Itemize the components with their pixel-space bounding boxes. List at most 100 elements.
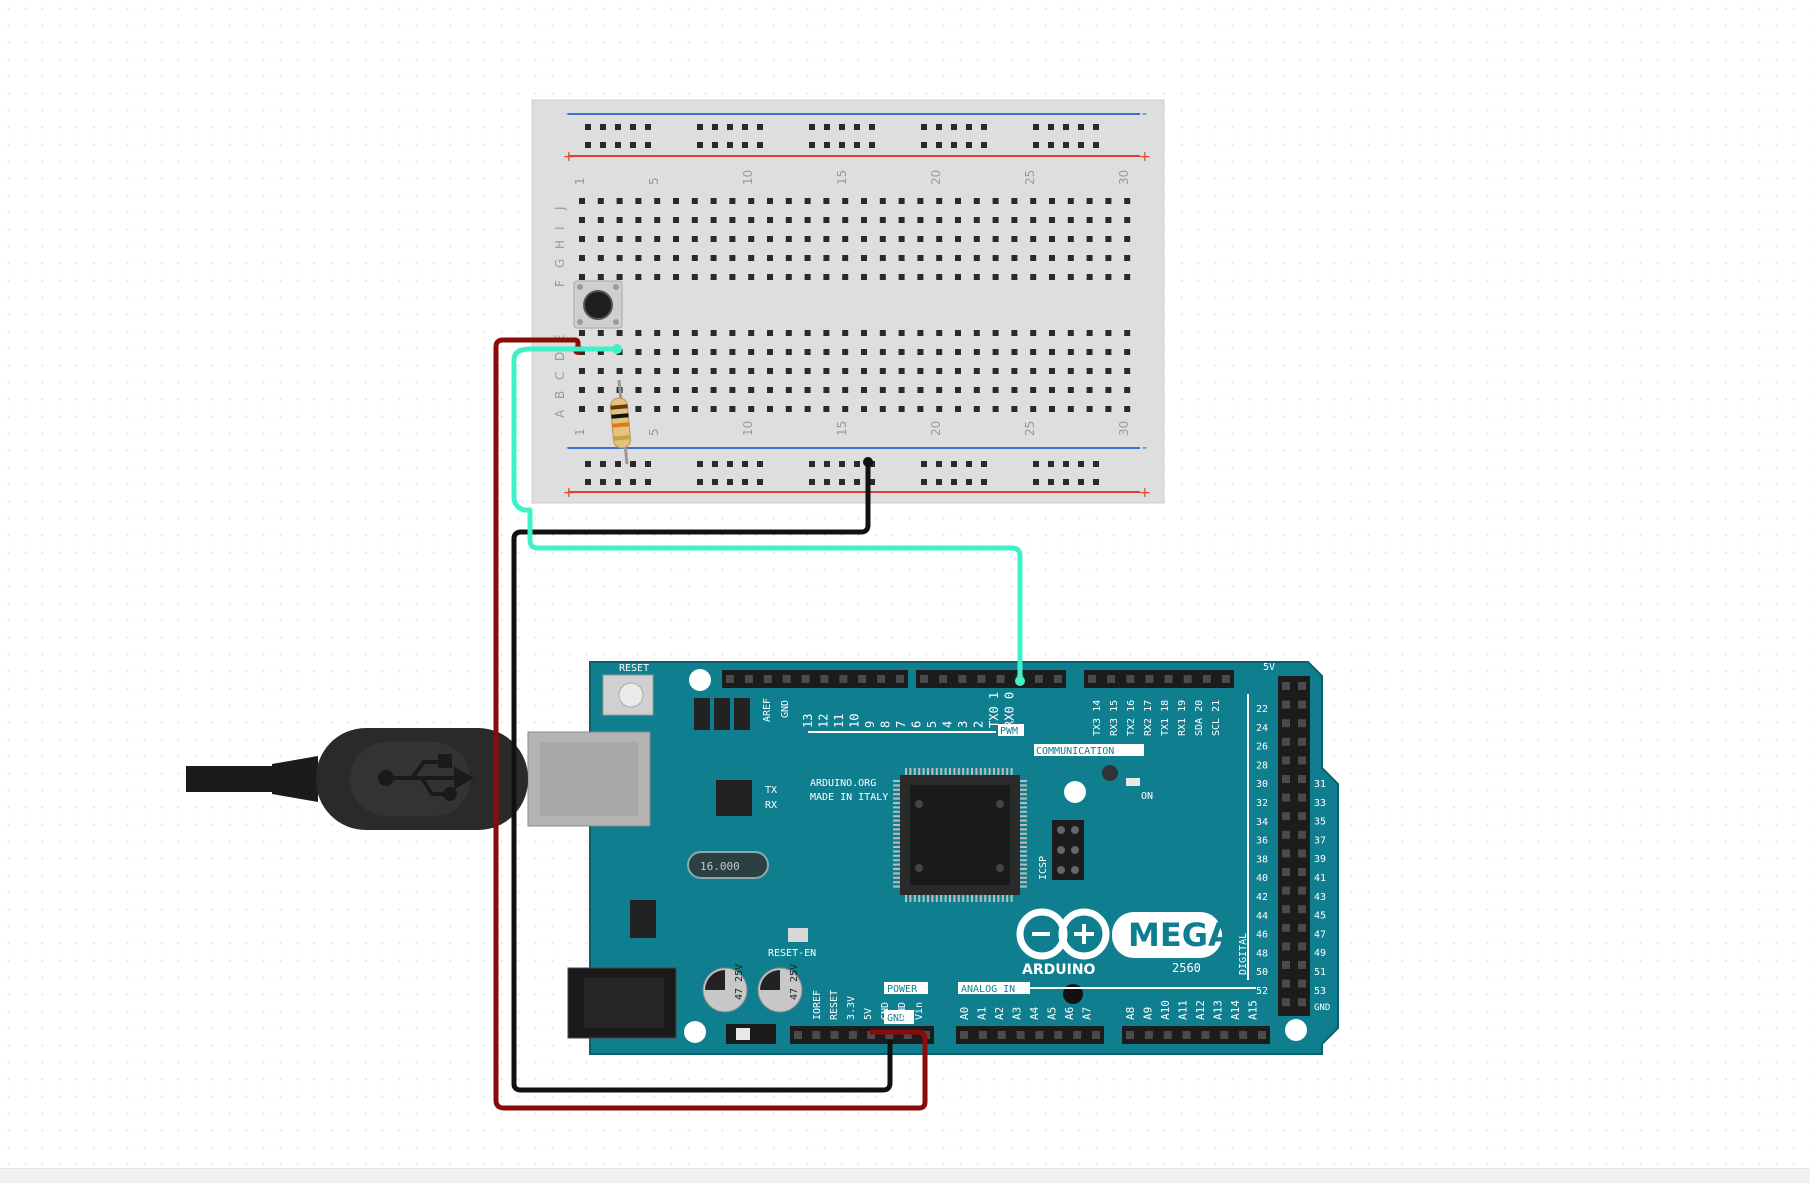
rail-hole[interactable]: [839, 124, 845, 130]
breadboard-hole[interactable]: [1011, 217, 1018, 223]
breadboard-hole[interactable]: [955, 406, 961, 412]
breadboard-hole[interactable]: [804, 406, 811, 412]
breadboard-hole[interactable]: [1124, 368, 1131, 374]
rail-hole[interactable]: [615, 461, 621, 467]
breadboard-hole[interactable]: [616, 236, 623, 242]
breadboard-hole[interactable]: [955, 198, 961, 204]
breadboard-hole[interactable]: [729, 368, 736, 374]
breadboard-hole[interactable]: [1030, 217, 1037, 223]
breadboard-hole[interactable]: [1049, 387, 1055, 393]
breadboard-hole[interactable]: [635, 255, 642, 261]
breadboard-hole[interactable]: [729, 387, 736, 393]
header-pin[interactable]: [1298, 793, 1306, 802]
breadboard-hole[interactable]: [879, 330, 886, 336]
breadboard-hole[interactable]: [992, 255, 999, 261]
rail-hole[interactable]: [809, 461, 815, 467]
breadboard-hole[interactable]: [785, 349, 792, 355]
breadboard-hole[interactable]: [973, 330, 980, 336]
breadboard-hole[interactable]: [936, 198, 943, 204]
breadboard-hole[interactable]: [691, 198, 698, 204]
breadboard-hole[interactable]: [1030, 255, 1037, 261]
breadboard-hole[interactable]: [729, 255, 736, 261]
header-pin[interactable]: [1298, 737, 1306, 746]
breadboard-hole[interactable]: [1105, 330, 1112, 336]
rail-hole[interactable]: [585, 142, 591, 148]
breadboard-hole[interactable]: [804, 349, 811, 355]
breadboard-hole[interactable]: [767, 406, 773, 412]
rail-hole[interactable]: [966, 142, 972, 148]
rail-hole[interactable]: [615, 479, 621, 485]
breadboard-hole[interactable]: [898, 349, 905, 355]
rail-hole[interactable]: [921, 124, 927, 130]
rail-hole[interactable]: [839, 479, 845, 485]
breadboard-hole[interactable]: [673, 255, 679, 261]
breadboard-hole[interactable]: [1124, 236, 1131, 242]
breadboard-hole[interactable]: [1124, 330, 1131, 336]
breadboard-hole[interactable]: [842, 368, 849, 374]
breadboard-hole[interactable]: [917, 387, 924, 393]
rail-hole[interactable]: [981, 142, 987, 148]
breadboard-hole[interactable]: [879, 349, 886, 355]
rail-hole[interactable]: [757, 124, 763, 130]
header-pin[interactable]: [1016, 1031, 1025, 1039]
breadboard-hole[interactable]: [691, 387, 698, 393]
breadboard-hole[interactable]: [898, 330, 905, 336]
header-pin[interactable]: [1282, 849, 1290, 858]
breadboard-hole[interactable]: [785, 217, 792, 223]
breadboard-hole[interactable]: [898, 236, 905, 242]
rail-hole[interactable]: [951, 461, 957, 467]
breadboard-hole[interactable]: [861, 368, 867, 374]
header-pin[interactable]: [1282, 961, 1290, 969]
breadboard-hole[interactable]: [1124, 217, 1131, 223]
breadboard-hole[interactable]: [616, 368, 623, 374]
rail-hole[interactable]: [630, 124, 636, 130]
rail-hole[interactable]: [600, 124, 606, 130]
header-pin[interactable]: [1298, 700, 1306, 709]
rail-hole[interactable]: [757, 479, 763, 485]
header-pin[interactable]: [1298, 775, 1306, 783]
rail-hole[interactable]: [697, 142, 703, 148]
header-pin[interactable]: [1282, 719, 1290, 728]
breadboard-hole[interactable]: [842, 349, 849, 355]
rail-hole[interactable]: [966, 124, 972, 130]
rail-hole[interactable]: [757, 461, 763, 467]
rail-hole[interactable]: [742, 124, 748, 130]
header-pin[interactable]: [1298, 905, 1306, 914]
breadboard-hole[interactable]: [710, 406, 717, 412]
header-pin[interactable]: [1035, 1031, 1044, 1039]
header-pin[interactable]: [1282, 998, 1290, 1007]
breadboard-hole[interactable]: [936, 406, 943, 412]
breadboard-hole[interactable]: [917, 368, 924, 374]
breadboard-hole[interactable]: [597, 368, 604, 374]
breadboard-hole[interactable]: [992, 217, 999, 223]
breadboard-hole[interactable]: [992, 349, 999, 355]
breadboard-hole[interactable]: [1049, 217, 1055, 223]
breadboard-hole[interactable]: [654, 368, 661, 374]
breadboard-hole[interactable]: [1049, 406, 1055, 412]
breadboard-hole[interactable]: [1067, 387, 1074, 393]
rail-hole[interactable]: [824, 124, 830, 130]
rail-hole[interactable]: [1093, 479, 1099, 485]
breadboard-hole[interactable]: [973, 368, 980, 374]
breadboard-hole[interactable]: [1124, 198, 1131, 204]
breadboard-hole[interactable]: [748, 198, 755, 204]
breadboard-hole[interactable]: [973, 255, 980, 261]
breadboard-hole[interactable]: [1086, 274, 1093, 280]
rail-hole[interactable]: [645, 461, 651, 467]
breadboard-hole[interactable]: [767, 330, 773, 336]
breadboard-hole[interactable]: [748, 387, 755, 393]
rail-hole[interactable]: [824, 479, 830, 485]
header-pin[interactable]: [1282, 868, 1290, 876]
header-pin[interactable]: [960, 1031, 968, 1039]
breadboard-hole[interactable]: [748, 274, 755, 280]
header-pin[interactable]: [977, 675, 986, 683]
rail-hole[interactable]: [1078, 142, 1084, 148]
header-pin[interactable]: [794, 1031, 802, 1039]
breadboard-hole[interactable]: [635, 274, 642, 280]
breadboard-hole[interactable]: [616, 255, 623, 261]
header-pin[interactable]: [1073, 1031, 1082, 1039]
rail-hole[interactable]: [630, 142, 636, 148]
breadboard-hole[interactable]: [861, 255, 867, 261]
breadboard-hole[interactable]: [1011, 387, 1018, 393]
breadboard-hole[interactable]: [597, 236, 604, 242]
